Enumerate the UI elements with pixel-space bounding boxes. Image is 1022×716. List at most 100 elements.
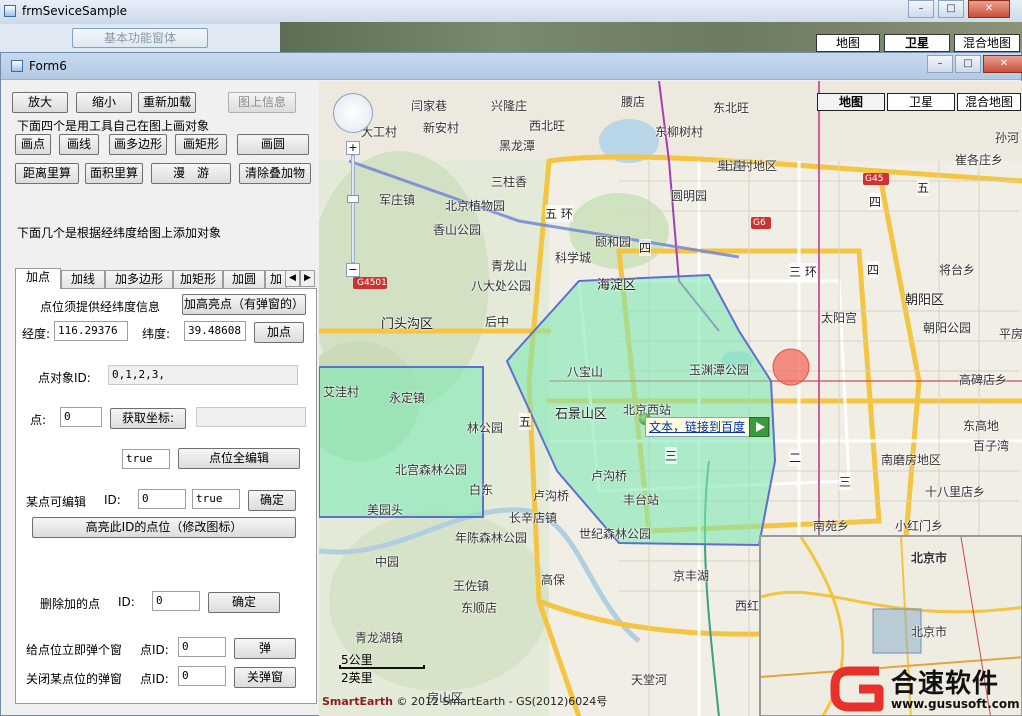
map-label-lijing: 青龙湖镇 bbox=[355, 631, 404, 645]
close-popup-id-input[interactable]: 0 bbox=[178, 666, 226, 686]
add-point-button[interactable]: 加点 bbox=[254, 322, 304, 343]
map-label-houzhuang: 后中 bbox=[485, 315, 510, 329]
ring-road-label: 四 bbox=[867, 261, 880, 278]
tab-add-point[interactable]: 加点 bbox=[15, 268, 61, 289]
add-highlight-point-button[interactable]: 加高亮点（有弹窗的） bbox=[182, 294, 306, 315]
back-maptype-map[interactable]: 地图 bbox=[816, 34, 880, 52]
roam-button[interactable]: 漫 游 bbox=[151, 163, 231, 184]
map-label-hongyang: 高保 bbox=[541, 573, 566, 587]
edit-all-flag-input[interactable]: true bbox=[122, 449, 170, 469]
zoom-out-button[interactable]: 缩小 bbox=[76, 92, 132, 113]
draw-rectangle-button[interactable]: 画矩形 bbox=[175, 134, 227, 155]
maptype-satellite-button[interactable]: 卫星 bbox=[887, 93, 955, 111]
map-label-chaoyangpark: 朝阳公园 bbox=[923, 321, 972, 335]
map-label-shijingshan-district: 石景山区 bbox=[555, 407, 608, 422]
back-window: frmSeviceSample – □ ✕ 基本功能窗体 地图 卫星 混合地图 bbox=[0, 0, 1022, 60]
maximize-icon[interactable]: □ bbox=[938, 0, 964, 18]
measure-area-button[interactable]: 面积里算 bbox=[85, 163, 143, 184]
tab-scroll-right-icon[interactable]: ▶ bbox=[300, 270, 315, 287]
latitude-input[interactable]: 39.48608 bbox=[184, 321, 246, 341]
delete-id-input[interactable]: 0 bbox=[152, 591, 200, 611]
popup-label: 给点位立即弹个窗 bbox=[26, 643, 123, 657]
delete-confirm-button[interactable]: 确定 bbox=[208, 592, 280, 613]
coord-section-heading: 下面几个是根据经纬度给图上添加对象 bbox=[17, 226, 222, 240]
map-label-yangqiao: 中园 bbox=[375, 555, 400, 569]
get-coordinate-button[interactable]: 获取坐标: bbox=[110, 408, 186, 429]
road-badge-g6: G6 bbox=[753, 218, 766, 228]
close-icon[interactable]: ✕ bbox=[968, 0, 1010, 18]
highlight-by-id-button[interactable]: 高亮此ID的点位（修改图标） bbox=[32, 517, 296, 538]
form6-titlebar: Form6 – □ ✕ bbox=[1, 53, 1022, 80]
map-label-xiangshan: 香山公园 bbox=[433, 223, 482, 237]
map-label-lindian: 林公园 bbox=[467, 421, 504, 435]
back-maptype-satellite[interactable]: 卫星 bbox=[884, 34, 950, 52]
minimize-icon[interactable]: – bbox=[908, 0, 934, 18]
tab-add-line[interactable]: 加线 bbox=[61, 270, 105, 288]
info-window-link[interactable]: 文本，链接到百度 bbox=[645, 417, 771, 437]
longitude-input[interactable]: 116.29376 bbox=[54, 321, 128, 341]
maximize-icon[interactable]: □ bbox=[955, 55, 981, 73]
latitude-label: 纬度: bbox=[142, 327, 171, 341]
measure-distance-button[interactable]: 距离里算 bbox=[15, 163, 79, 184]
clear-overlays-button[interactable]: 清除叠加物 bbox=[239, 163, 311, 184]
map-zoom-in-icon[interactable]: + bbox=[346, 141, 360, 155]
close-icon[interactable]: ✕ bbox=[983, 55, 1022, 73]
info-window-text[interactable]: 文本，链接到百度 bbox=[649, 420, 745, 434]
ring-road-label: 三 bbox=[839, 473, 852, 490]
editable-confirm-button[interactable]: 确定 bbox=[248, 490, 296, 511]
point-ids-label: 点对象ID: bbox=[38, 371, 91, 385]
close-popup-button[interactable]: 关弹窗 bbox=[234, 667, 296, 688]
editable-id-input[interactable]: 0 bbox=[138, 489, 186, 509]
zoom-track[interactable] bbox=[351, 155, 355, 263]
tab-add-more[interactable]: 加 bbox=[265, 270, 287, 288]
maptype-map-button[interactable]: 地图 bbox=[817, 93, 885, 111]
map-label-fengtai: 丰台站 bbox=[623, 493, 660, 507]
editable-flag-input[interactable]: true bbox=[192, 489, 240, 509]
map-label-pinggu: 平房 bbox=[999, 327, 1022, 341]
ring-road-label: 二 bbox=[789, 449, 802, 466]
point-index-input[interactable]: 0 bbox=[60, 407, 102, 427]
tab-add-polygon[interactable]: 加多边形 bbox=[105, 270, 173, 288]
map-label-heilongtan: 黑龙潭 bbox=[499, 139, 536, 153]
minimize-icon[interactable]: – bbox=[927, 55, 953, 73]
tab-add-rectangle[interactable]: 加矩形 bbox=[173, 270, 223, 288]
draw-point-button[interactable]: 画点 bbox=[15, 134, 51, 155]
zoom-slider[interactable]: + − bbox=[346, 141, 360, 277]
pan-control-icon[interactable] bbox=[333, 93, 373, 133]
draw-polygon-button[interactable]: 画多边形 bbox=[109, 134, 167, 155]
popup-id-input[interactable]: 0 bbox=[178, 637, 226, 657]
map-label-zhiwuyuan: 北京植物园 bbox=[445, 199, 506, 213]
maptype-hybrid-button[interactable]: 混合地图 bbox=[957, 93, 1021, 111]
popup-button[interactable]: 弹 bbox=[234, 638, 296, 659]
map-label-nanyuan: 南苑乡 bbox=[813, 519, 850, 533]
map-label-baiziwan: 百子湾 bbox=[973, 439, 1010, 453]
draw-line-button[interactable]: 画线 bbox=[59, 134, 99, 155]
map-label-badachu: 八大处公园 bbox=[471, 279, 532, 293]
map-copyright: SmartEarth © 2012 SmartEarth - GS(2012)6… bbox=[322, 693, 607, 709]
ring-road-label: 五 bbox=[917, 179, 930, 196]
edit-all-points-button[interactable]: 点位全编辑 bbox=[178, 448, 300, 469]
tab-add-circle[interactable]: 加圆 bbox=[223, 270, 265, 288]
road-badge-g45: G45 bbox=[865, 174, 884, 184]
map-label-yiheyuan: 颐和园 bbox=[595, 235, 632, 249]
draw-circle-button[interactable]: 画圆 bbox=[237, 134, 309, 155]
map-label-junzhuang: 军庄镇 bbox=[379, 193, 416, 207]
map-info-button[interactable]: 图上信息 bbox=[228, 92, 296, 113]
basic-function-button[interactable]: 基本功能窗体 bbox=[72, 28, 208, 48]
play-icon[interactable] bbox=[749, 417, 770, 437]
form6-title: Form6 bbox=[29, 59, 67, 73]
map-zoom-out-icon[interactable]: − bbox=[346, 263, 360, 277]
map-label-kexuecheng: 科学城 bbox=[555, 251, 592, 265]
zoom-thumb[interactable] bbox=[347, 195, 359, 203]
ring-road-label: 五 环 bbox=[545, 205, 573, 222]
form6-controls: – □ ✕ bbox=[927, 55, 1022, 73]
tab-scroll-left-icon[interactable]: ◀ bbox=[285, 270, 300, 287]
point-ids-field: 0,1,2,3, bbox=[108, 365, 298, 385]
ring-road-label: 三 bbox=[665, 447, 678, 464]
reload-button[interactable]: 重新加载 bbox=[138, 92, 196, 113]
map-view[interactable]: G4501 G6 G45 闫家巷 兴隆庄 腰店 东北旺 西北旺 大工村 新安村 … bbox=[319, 81, 1022, 716]
map-label-yaodian: 腰店 bbox=[621, 95, 646, 109]
coordinate-output-field bbox=[196, 407, 306, 427]
back-maptype-hybrid[interactable]: 混合地图 bbox=[954, 34, 1020, 52]
zoom-in-button[interactable]: 放大 bbox=[12, 92, 68, 113]
